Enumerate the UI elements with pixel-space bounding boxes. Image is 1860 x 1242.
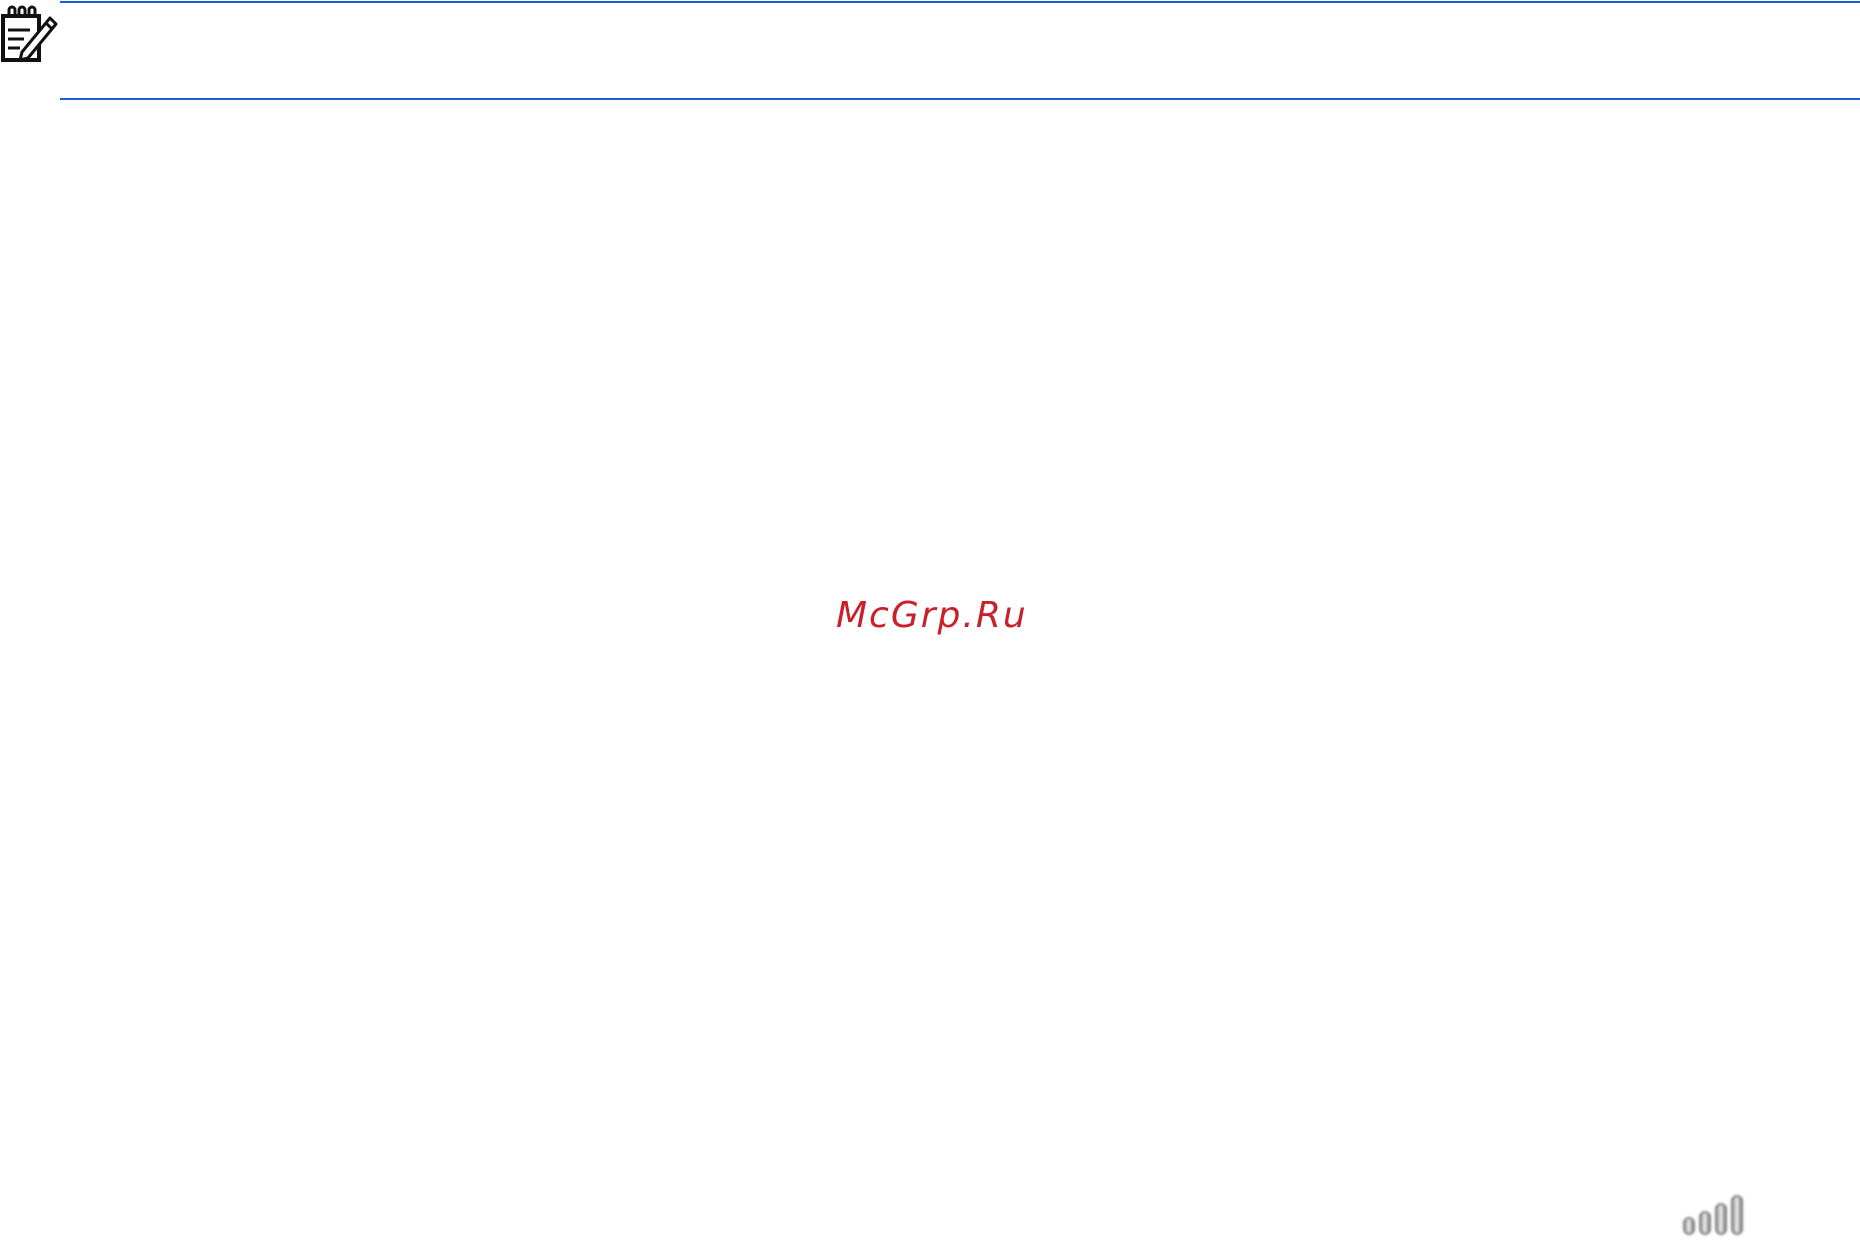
note-bottom-rule — [60, 98, 1860, 100]
watermark-text: McGrp.Ru — [836, 595, 1028, 636]
signal-bars-icon — [1683, 1195, 1743, 1235]
notepad-pencil-icon — [1, 5, 58, 62]
note-top-rule — [60, 1, 1860, 3]
note-body — [60, 4, 1860, 96]
